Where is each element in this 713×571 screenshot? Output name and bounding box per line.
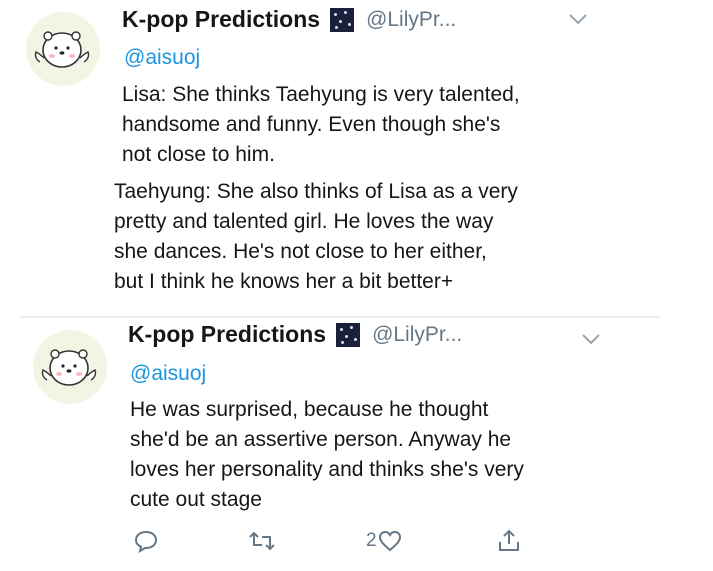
polar-bear-avatar-icon bbox=[33, 330, 107, 404]
reply-mention[interactable]: @aisuoj bbox=[124, 46, 200, 70]
avatar[interactable] bbox=[26, 12, 100, 86]
starry-night-emoji-icon bbox=[336, 322, 361, 347]
tweet-text-paragraph: He was surprised, because he thought she… bbox=[130, 398, 524, 511]
tweet-text-paragraph: Taehyung: She also thinks of Lisa as a v… bbox=[114, 180, 518, 293]
like-count: 2 bbox=[366, 530, 377, 551]
like-button[interactable]: 2 bbox=[366, 528, 403, 554]
tweet-1[interactable]: K-pop Predictions @LilyPr... @aisuoj Lis… bbox=[0, 0, 713, 318]
tweet-header: K-pop Predictions @LilyPr... bbox=[122, 6, 456, 33]
share-button[interactable] bbox=[496, 528, 522, 554]
tweet-header: K-pop Predictions @LilyPr... bbox=[128, 321, 462, 348]
tweet-actions: 2 bbox=[0, 528, 713, 564]
tweet-text-paragraph: Lisa: She thinks Taehyung is very talent… bbox=[122, 83, 520, 166]
retweet-button[interactable] bbox=[248, 528, 276, 554]
retweet-icon bbox=[249, 531, 275, 551]
chevron-down-icon[interactable] bbox=[580, 332, 602, 346]
comment-icon bbox=[134, 530, 158, 554]
starry-night-emoji-icon bbox=[330, 7, 355, 32]
share-icon bbox=[499, 529, 519, 551]
chevron-down-icon[interactable] bbox=[567, 12, 589, 26]
user-handle[interactable]: @LilyPr... bbox=[366, 8, 456, 32]
heart-icon bbox=[378, 530, 401, 552]
display-name[interactable]: K-pop Predictions bbox=[122, 6, 320, 33]
reply-mention[interactable]: @aisuoj bbox=[130, 362, 206, 386]
display-name[interactable]: K-pop Predictions bbox=[128, 321, 326, 348]
reply-button[interactable] bbox=[133, 528, 159, 554]
polar-bear-avatar-icon bbox=[26, 12, 100, 86]
user-handle[interactable]: @LilyPr... bbox=[372, 323, 462, 347]
avatar[interactable] bbox=[33, 330, 107, 404]
